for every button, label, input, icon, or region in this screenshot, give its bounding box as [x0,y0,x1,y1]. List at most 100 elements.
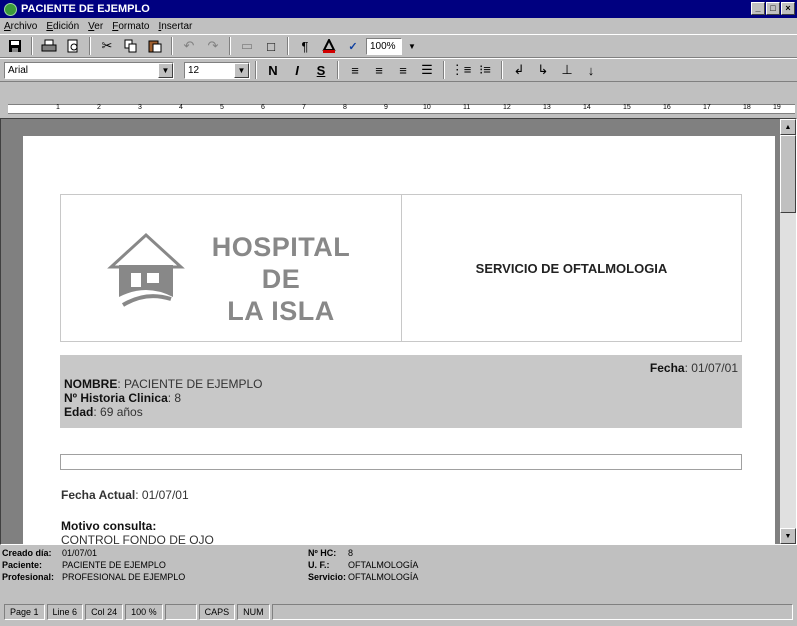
info-panel: Creado día: 01/07/01 Nº HC: 8 Paciente: … [0,545,797,599]
uf-label: U. F.: [308,560,330,570]
status-caps: CAPS [198,604,236,620]
close-button[interactable]: × [781,2,795,15]
reason-label: Motivo consulta: [61,519,157,533]
cut-icon[interactable]: ✂ [96,36,118,56]
ruler[interactable]: 1 2 3 4 5 6 7 8 9 10 11 12 13 14 15 16 1… [0,82,797,118]
menu-edicion[interactable]: Edición [46,21,79,32]
status-message [271,604,793,620]
current-date-field: Fecha Actual: 01/07/01 [61,488,189,502]
history-value: 8 [174,391,182,405]
window-title: PACIENTE DE EJEMPLO [21,3,150,15]
maximize-button[interactable]: □ [766,2,780,15]
reason-value: CONTROL FONDO DE OJO [61,533,214,545]
spellcheck-icon[interactable]: ✓ [342,36,364,56]
zoom-dropdown-arrow-icon[interactable]: ▼ [404,36,420,56]
ruler-number: 3 [138,104,142,111]
service-label: Servicio: [308,572,347,582]
hc-label: Nº HC: [308,548,337,558]
format-toolbar: Arial ▼ 12 ▼ N I S ≡ ≡ ≡ ☰ ⋮≡ ⁝≡ ↲ ↳ ⊥ ↓ [0,58,797,82]
separator [89,37,91,55]
title-bar: PACIENTE DE EJEMPLO _ □ × [0,0,797,18]
save-icon[interactable] [4,36,26,56]
professional-value: PROFESIONAL DE EJEMPLO [62,572,186,582]
minimize-button[interactable]: _ [751,2,765,15]
ruler-number: 8 [343,104,347,111]
align-right-icon[interactable]: ≡ [368,60,390,80]
header-table: HOSPITAL DE LA ISLA SERVICIO DE OFTALMOL… [60,194,742,342]
menu-ver[interactable]: Ver [88,21,103,32]
insert-line-icon[interactable]: ▭ [236,36,258,56]
ruler-number: 17 [703,104,711,111]
name-field: NOMBRE: PACIENTE DE EJEMPLO [64,377,263,391]
scroll-down-icon[interactable]: ▼ [780,528,796,544]
align-center-icon[interactable]: ≡ [392,60,414,80]
info-row: Paciente: PACIENTE DE EJEMPLO U. F.: OFT… [2,560,418,571]
status-num: NUM [237,604,270,620]
ruler-number: 11 [463,104,471,111]
zoom-select[interactable]: 100% [366,37,402,55]
tab-left-icon[interactable]: ↲ [508,60,530,80]
date-value: 01/07/01 [691,361,738,375]
menu-insertar[interactable]: Insertar [158,21,192,32]
font-select[interactable]: Arial ▼ [4,61,174,79]
history-label: Nº Historia Clinica [64,391,168,405]
font-color-icon[interactable] [318,36,340,56]
numbered-list-icon[interactable]: ⋮≡ [450,60,472,80]
separator [443,61,445,79]
scroll-thumb[interactable] [780,135,796,213]
service-value: OFTALMOLOGÍA [348,572,419,582]
status-col: Col 24 [85,604,124,620]
service-name: SERVICIO DE OFTALMOLOGIA [475,260,668,276]
undo-icon[interactable]: ↶ [178,36,200,56]
menu-bar: Archivo Edición Ver Formato Insertar [0,18,797,34]
menu-archivo[interactable]: Archivo [4,21,37,32]
font-size-value: 12 [188,64,200,76]
info-row: Creado día: 01/07/01 Nº HC: 8 [2,548,353,559]
document-page[interactable]: HOSPITAL DE LA ISLA SERVICIO DE OFTALMOL… [23,136,775,545]
align-justify-icon[interactable]: ☰ [416,60,438,80]
tab-decimal-icon[interactable]: ↓ [580,60,602,80]
age-value: 69 años [100,405,143,419]
reason-label-text: Motivo consulta [61,519,153,533]
current-date-value: 01/07/01 [141,488,189,502]
document-area[interactable]: HOSPITAL DE LA ISLA SERVICIO DE OFTALMOL… [0,118,797,545]
copy-icon[interactable] [120,36,142,56]
menu-formato[interactable]: Formato [112,21,149,32]
ruler-number: 2 [97,104,101,111]
ruler-number: 19 [773,104,781,111]
separator [31,37,33,55]
ruler-number: 7 [302,104,306,111]
ruler-number: 13 [543,104,551,111]
ruler-number: 14 [583,104,591,111]
chevron-down-icon[interactable]: ▼ [158,62,173,78]
date-field: Fecha: 01/07/01 [649,361,738,375]
patient-label: Paciente: [2,560,43,570]
hospital-name-line2: LA ISLA [227,296,335,326]
scroll-up-icon[interactable]: ▲ [780,119,796,135]
tab-right-icon[interactable]: ↳ [532,60,554,80]
ruler-number: 12 [503,104,511,111]
print-icon[interactable] [38,36,60,56]
separator [501,61,503,79]
bold-button[interactable]: N [262,60,284,80]
font-value: Arial [8,64,29,76]
age-field: Edad: 69 años [64,405,143,419]
print-preview-icon[interactable] [62,36,84,56]
vertical-scrollbar[interactable]: ▲ ▼ [780,119,796,544]
chevron-down-icon[interactable]: ▼ [234,62,249,78]
date-label: Fecha [649,361,685,375]
paragraph-marks-icon[interactable]: ¶ [294,36,316,56]
redo-icon[interactable]: ↷ [202,36,224,56]
insert-frame-icon[interactable]: □ [260,36,282,56]
tab-center-icon[interactable]: ⊥ [556,60,578,80]
italic-button[interactable]: I [286,60,308,80]
paste-icon[interactable] [144,36,166,56]
created-value: 01/07/01 [62,548,98,558]
ruler-number: 6 [261,104,265,111]
font-size-select[interactable]: 12 ▼ [184,61,250,79]
ruler-number: 1 [56,104,60,111]
align-left-icon[interactable]: ≡ [344,60,366,80]
bulleted-list-icon[interactable]: ⁝≡ [474,60,496,80]
age-label: Edad [64,405,94,419]
underline-button[interactable]: S [310,60,332,80]
